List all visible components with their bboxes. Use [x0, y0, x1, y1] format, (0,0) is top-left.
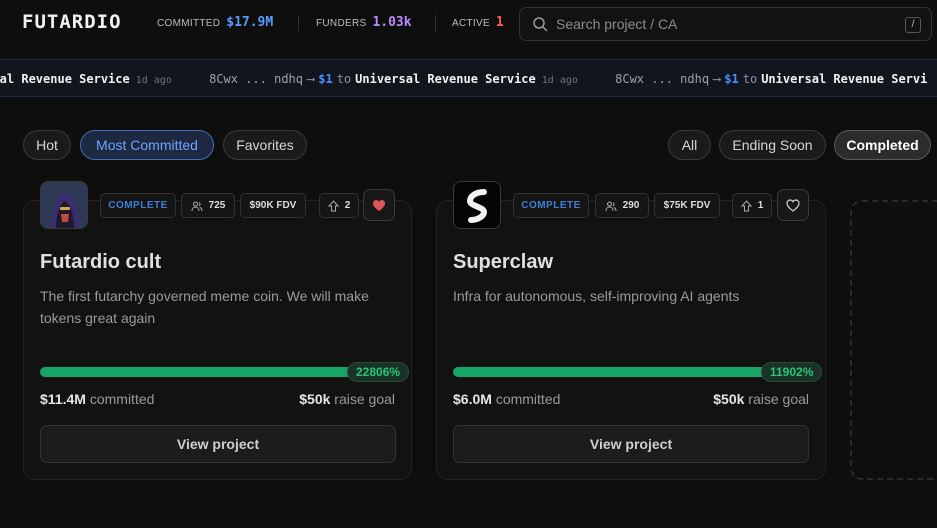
raise-goal: $50k raise goal — [673, 391, 809, 407]
ticker-to: to — [742, 72, 758, 86]
arrow-up-icon — [327, 199, 339, 211]
progress-percent: 11902% — [761, 362, 823, 382]
ticker-address[interactable]: 8Cwx ... ndhq — [615, 72, 709, 86]
ticker-track: ersal Revenue Service 1d ago 8Cwx ... ndh… — [0, 72, 937, 86]
status-badge: COMPLETE — [513, 193, 589, 218]
committed-amount: $6.0M committed — [453, 391, 560, 407]
goal-label: raise goal — [334, 391, 395, 407]
hooded-figure-icon — [41, 182, 87, 228]
top-header: FUTARDIO COMMITTED $17.9M FUNDERS 1.03k … — [0, 0, 937, 58]
divider — [435, 15, 436, 31]
filter-hot[interactable]: Hot — [23, 130, 71, 160]
superclaw-logo-icon — [454, 182, 500, 228]
committed-amount: $11.4M committed — [40, 391, 154, 407]
ticker-project-name[interactable]: Universal Revenue Service — [355, 72, 536, 86]
ticker-amount: $1 — [318, 72, 333, 86]
goal-value: $50k — [299, 391, 331, 407]
funders-count: 290 — [622, 200, 640, 211]
users-icon — [605, 201, 617, 211]
shortcut-key: / — [905, 17, 921, 33]
filter-completed[interactable]: Completed — [834, 130, 931, 160]
project-avatar — [453, 181, 501, 229]
stat-value: 1.03k — [372, 15, 412, 30]
progress-fill — [453, 367, 808, 377]
favorite-button[interactable] — [777, 189, 809, 221]
progress-bar — [453, 367, 808, 377]
stat-committed: COMMITTED $17.9M — [157, 15, 273, 30]
heart-filled-icon — [373, 199, 385, 211]
stat-label: FUNDERS — [316, 18, 367, 29]
activity-ticker: ersal Revenue Service 1d ago 8Cwx ... ndh… — [0, 59, 937, 97]
funders-badge: 725 — [181, 193, 235, 218]
committed-value: $6.0M — [453, 391, 492, 407]
funders-count: 725 — [208, 200, 226, 211]
upvote-button[interactable]: 1 — [732, 193, 772, 218]
status-badge: COMPLETE — [100, 193, 176, 218]
ticker-time: 1d ago — [541, 75, 578, 86]
vote-count: 1 — [757, 200, 764, 211]
search-box[interactable]: / — [519, 7, 932, 41]
search-input[interactable] — [556, 16, 896, 32]
project-avatar — [40, 181, 88, 229]
project-title: Futardio cult — [40, 251, 162, 273]
stat-funders: FUNDERS 1.03k — [316, 15, 412, 30]
ticker-project-name[interactable]: ersal Revenue Service — [0, 72, 130, 86]
goal-label: raise goal — [748, 391, 809, 407]
stat-value: 1 — [495, 15, 504, 30]
committed-value: $11.4M — [40, 391, 86, 407]
progress-percent: 22806% — [347, 362, 410, 382]
ticker-item: ersal Revenue Service 1d ago — [0, 72, 172, 86]
ticker-time: 1d ago — [135, 75, 172, 86]
ticker-item: 8Cwx ... ndhq ⟶ $1 to Universal Revenue Serv… — [209, 72, 578, 86]
fdv-badge: $90K FDV — [240, 193, 306, 218]
search-icon — [533, 17, 548, 32]
raise-goal: $50k raise goal — [260, 391, 395, 407]
ticker-item: 8Cwx ... ndhq ⟶ $1 to Universal Revenue Serv… — [615, 72, 927, 86]
arrow-right-icon: ⟶ — [307, 72, 315, 86]
view-project-button[interactable]: View project — [40, 425, 396, 463]
fdv-badge: $75K FDV — [654, 193, 720, 218]
ticker-address[interactable]: 8Cwx ... ndhq — [209, 72, 303, 86]
favorite-button[interactable] — [363, 189, 395, 221]
progress-fill — [40, 367, 395, 377]
filter-all[interactable]: All — [668, 130, 711, 160]
project-description: Infra for autonomous, self-improving AI … — [453, 288, 740, 304]
stat-label: ACTIVE — [452, 18, 490, 29]
divider — [298, 15, 299, 31]
stat-label: COMMITTED — [157, 18, 221, 29]
project-title: Superclaw — [453, 251, 554, 273]
placeholder-card — [850, 200, 937, 480]
project-description: The first futarchy governed meme coin. W… — [40, 288, 369, 326]
filter-favorites[interactable]: Favorites — [223, 130, 307, 160]
filter-ending-soon[interactable]: Ending Soon — [719, 130, 826, 160]
progress-bar — [40, 367, 395, 377]
goal-value: $50k — [713, 391, 745, 407]
upvote-button[interactable]: 2 — [319, 193, 359, 218]
stat-active: ACTIVE 1 — [452, 15, 504, 30]
view-project-button[interactable]: View project — [453, 425, 809, 463]
ticker-amount: $1 — [724, 72, 739, 86]
ticker-to: to — [336, 72, 352, 86]
funders-badge: 290 — [595, 193, 649, 218]
committed-label: committed — [495, 391, 561, 407]
stat-value: $17.9M — [226, 15, 274, 30]
arrow-up-icon — [740, 199, 752, 211]
users-icon — [191, 201, 203, 211]
heart-outline-icon — [786, 198, 800, 212]
filter-most-committed[interactable]: Most Committed — [80, 130, 214, 160]
committed-label: committed — [89, 391, 155, 407]
arrow-right-icon: ⟶ — [713, 72, 721, 86]
vote-count: 2 — [344, 200, 351, 211]
ticker-project-name[interactable]: Universal Revenue Servi — [761, 72, 927, 86]
logo[interactable]: FUTARDIO — [22, 11, 122, 33]
